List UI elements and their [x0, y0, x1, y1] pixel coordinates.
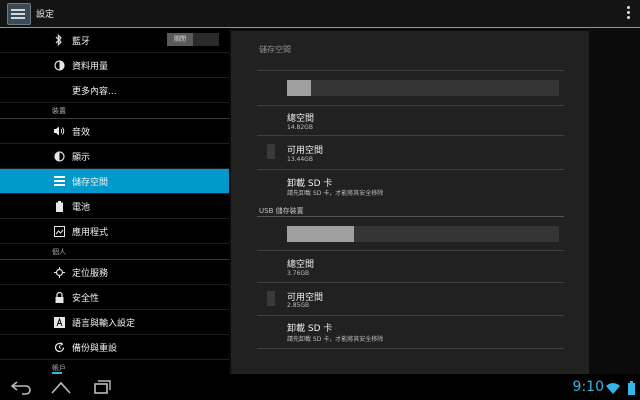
usb-unmount-label: 卸載 SD 卡 [287, 324, 333, 334]
sidebar-item-storage[interactable]: 儲存空間 [0, 169, 229, 194]
sidebar-item-display[interactable]: 顯示 [0, 144, 229, 169]
divider [257, 135, 564, 136]
usb-usage-fill [287, 226, 354, 242]
sidebar-item-battery[interactable]: 電池 [0, 194, 229, 219]
divider [257, 70, 564, 71]
settings-app-icon[interactable] [7, 2, 31, 25]
sidebar-item-label: 音效 [72, 127, 91, 138]
total-space-value: 14.82GB [287, 124, 313, 131]
section-header-accounts: 帳戶 [0, 360, 229, 374]
divider [257, 348, 564, 349]
status-clock[interactable]: 9:10 [573, 379, 604, 395]
apps-icon [52, 224, 66, 238]
usb-total-space-value: 3.76GB [287, 270, 310, 277]
location-icon [52, 265, 66, 279]
divider [257, 282, 564, 283]
bluetooth-icon [52, 33, 66, 47]
sidebar-item-label: 語言與輸入設定 [72, 318, 136, 329]
settings-list[interactable]: 藍牙 關閉 資料用量 更多內容... 裝置 音效 顯示 儲存空間 電池 應用程式… [0, 28, 229, 374]
storage-panel: 儲存空間 總空間 14.82GB 可用空間 13.44GB 卸載 SD 卡 請先… [231, 31, 589, 374]
sidebar-item-label: 安全性 [72, 293, 100, 304]
sidebar-item-location[interactable]: 定位服務 [0, 260, 229, 285]
sidebar-item-label: 顯示 [72, 152, 91, 163]
sidebar-item-backup[interactable]: 備份與重設 [0, 335, 229, 360]
lock-icon [52, 290, 66, 304]
sidebar-item-label: 儲存空間 [72, 177, 109, 188]
available-space-value: 13.44GB [287, 156, 313, 163]
sidebar-item-label: 藍牙 [72, 36, 91, 47]
total-space-label: 總空間 [287, 114, 315, 124]
usb-available-space-value: 2.85GB [287, 302, 310, 309]
sound-icon [52, 124, 66, 138]
divider [257, 216, 564, 217]
available-color-swatch [267, 144, 275, 159]
data-usage-icon [52, 58, 66, 72]
overflow-menu-icon[interactable] [627, 6, 630, 21]
app-title: 設定 [36, 10, 55, 20]
recent-apps-button[interactable] [90, 379, 112, 395]
sidebar-item-label: 備份與重設 [72, 343, 118, 354]
usb-total-space-label: 總空間 [287, 260, 315, 270]
bluetooth-toggle[interactable]: 關閉 [167, 33, 219, 46]
section-header-usb: USB 儲存裝置 [259, 207, 304, 215]
usb-storage-usage-bar [287, 226, 559, 242]
sidebar-item-language[interactable]: 語言與輸入設定 [0, 310, 229, 335]
wifi-icon [606, 380, 620, 394]
divider [257, 169, 564, 170]
system-navigation-bar: 9:10 [0, 374, 640, 400]
section-header-personal: 個人 [0, 244, 229, 260]
section-header-device: 裝置 [0, 103, 229, 119]
home-button[interactable] [50, 379, 72, 395]
battery-status-icon [628, 380, 635, 395]
internal-storage-usage-bar [287, 80, 559, 96]
divider [257, 250, 564, 251]
unmount-sd-description: 請先卸載 SD 卡，才能將其安全移除 [287, 190, 384, 197]
sidebar-item-more[interactable]: 更多內容... [0, 78, 229, 103]
sidebar-item-sound[interactable]: 音效 [0, 119, 229, 144]
usb-available-color-swatch [267, 291, 275, 306]
storage-icon [52, 174, 66, 188]
sidebar-item-label: 應用程式 [72, 227, 109, 238]
sidebar-item-apps[interactable]: 應用程式 [0, 219, 229, 244]
sidebar-item-security[interactable]: 安全性 [0, 285, 229, 310]
page-title: 儲存空間 [259, 45, 291, 54]
divider [257, 105, 564, 106]
language-icon [52, 315, 66, 329]
backup-icon [52, 340, 66, 354]
sidebar-item-label: 更多內容... [72, 86, 117, 97]
available-space-label: 可用空間 [287, 146, 324, 156]
sidebar-item-bluetooth[interactable]: 藍牙 關閉 [0, 28, 229, 53]
sidebar-item-label: 電池 [72, 202, 91, 213]
toggle-state-label: 關閉 [167, 33, 193, 46]
divider [257, 315, 564, 316]
internal-usage-fill [287, 80, 312, 96]
display-icon [52, 149, 66, 163]
action-bar: 設定 [0, 0, 640, 28]
back-button[interactable] [10, 379, 32, 395]
usb-unmount-description: 請先卸載 SD 卡，才能將其安全移除 [287, 336, 384, 343]
sidebar-item-label: 定位服務 [72, 268, 109, 279]
battery-icon [52, 199, 66, 213]
sidebar-item-label: 資料用量 [72, 61, 109, 72]
sidebar-item-data-usage[interactable]: 資料用量 [0, 53, 229, 78]
